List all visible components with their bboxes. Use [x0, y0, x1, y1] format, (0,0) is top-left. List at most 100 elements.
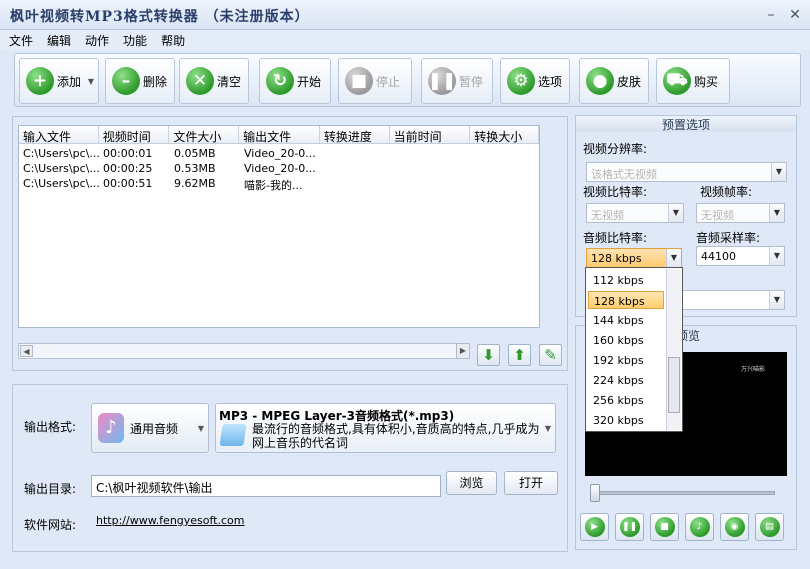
apple-icon: ●: [586, 67, 614, 95]
output-format-label: 输出格式:: [24, 420, 77, 434]
format-category-button[interactable]: ♪ 通用音频 ▼: [91, 403, 209, 453]
move-down-button[interactable]: ⬇: [477, 344, 500, 366]
dropdown-option[interactable]: 224 kbps: [588, 371, 664, 389]
output-dir-label: 输出目录:: [24, 482, 77, 496]
close-icon[interactable]: ✕: [786, 6, 804, 24]
chevron-down-icon: ▼: [769, 247, 784, 265]
audio-bitrate-label: 音频比特率:: [583, 231, 648, 245]
camera-icon: ◉: [724, 517, 745, 537]
chevron-down-icon: ▼: [769, 291, 784, 309]
minus-icon: –: [112, 67, 140, 95]
file-list-panel: 输入文件 视频时间 文件大小 输出文件 转换进度 当前时间 转换大小 C:\Us…: [12, 116, 568, 371]
pause-button[interactable]: ❚❚: [615, 513, 644, 541]
stop-button[interactable]: ■: [650, 513, 679, 541]
menu-help[interactable]: 帮助: [152, 30, 190, 49]
slider-thumb[interactable]: [590, 484, 600, 502]
volume-button[interactable]: ♪: [685, 513, 714, 541]
pause-icon: ❚❚: [619, 517, 640, 537]
col-current-time[interactable]: 当前时间: [390, 126, 471, 143]
col-convert-size[interactable]: 转换大小: [470, 126, 539, 143]
horizontal-scrollbar[interactable]: ◀: [18, 343, 470, 359]
minimize-icon[interactable]: –: [762, 6, 780, 24]
stop-button[interactable]: ■ 停止: [338, 58, 412, 104]
menu-action[interactable]: 动作: [76, 30, 114, 49]
folder-icon: [219, 424, 247, 446]
dropdown-option[interactable]: 192 kbps: [588, 351, 664, 369]
col-output-file[interactable]: 输出文件: [239, 126, 320, 143]
col-input-file[interactable]: 输入文件: [19, 126, 99, 143]
dropdown-option[interactable]: 144 kbps: [588, 311, 664, 329]
format-selector[interactable]: MP3 - MPEG Layer-3音频格式(*.mp3) 最流行的音频格式,具…: [215, 403, 556, 453]
video-res-select[interactable]: 该格式无视频 ▼: [586, 162, 787, 182]
snapshot-button[interactable]: ◉: [720, 513, 749, 541]
play-icon: ▶: [584, 517, 605, 537]
video-res-label: 视频分辨率:: [583, 142, 648, 156]
file-list[interactable]: 输入文件 视频时间 文件大小 输出文件 转换进度 当前时间 转换大小 C:\Us…: [18, 125, 540, 328]
options-icon: ⚙: [507, 67, 535, 95]
col-file-size[interactable]: 文件大小: [169, 126, 240, 143]
chevron-down-icon: ▼: [197, 424, 204, 433]
video-bitrate-label: 视频比特率:: [583, 185, 648, 199]
cart-icon: ⛟: [663, 67, 691, 95]
video-bitrate-select[interactable]: 无视频 ▼: [586, 203, 684, 223]
chevron-down-icon[interactable]: ▼: [88, 77, 94, 86]
folder-icon: ▤: [759, 517, 780, 537]
volume-icon: ♪: [689, 517, 710, 537]
dropdown-option[interactable]: 256 kbps: [588, 391, 664, 409]
table-row[interactable]: C:\Users\pc\... 00:00:51 9.62MB 喵影-我的...: [19, 176, 539, 191]
scroll-left-icon[interactable]: ◀: [20, 345, 33, 357]
audio-bitrate-dropdown[interactable]: 112 kbps 128 kbps 144 kbps 160 kbps 192 …: [585, 267, 683, 432]
website-label: 软件网站:: [24, 518, 77, 532]
plus-icon: +: [26, 67, 54, 95]
dropdown-scrollbar[interactable]: [666, 269, 681, 430]
arrow-up-icon: ⬆: [513, 346, 526, 364]
title-bar: 枫叶视频转MP3格式转换器 （未注册版本） – ✕: [0, 0, 810, 30]
clear-button[interactable]: ✕ 清空: [179, 58, 249, 104]
add-button[interactable]: + 添加 ▼: [19, 58, 99, 104]
edit-button[interactable]: ✎: [539, 344, 562, 366]
format-description: 最流行的音频格式,具有体积小,音质高的特点,几乎成为网上音乐的代名词: [252, 422, 540, 450]
browse-button[interactable]: 浏览: [446, 471, 497, 495]
open-button[interactable]: 打开: [504, 471, 558, 495]
menu-file[interactable]: 文件: [0, 30, 38, 49]
output-panel: 输出格式: ♪ 通用音频 ▼ MP3 - MPEG Layer-3音频格式(*.…: [12, 384, 568, 552]
skin-button[interactable]: ● 皮肤: [579, 58, 649, 104]
clear-icon: ✕: [186, 67, 214, 95]
table-row[interactable]: C:\Users\pc\... 00:00:01 0.05MB Video_20-0.…: [19, 146, 539, 161]
menu-edit[interactable]: 编辑: [38, 30, 76, 49]
output-dir-input[interactable]: C:\枫叶视频软件\输出: [91, 475, 441, 497]
scroll-thumb[interactable]: [668, 357, 680, 413]
video-fps-select[interactable]: 无视频 ▼: [696, 203, 785, 223]
move-up-button[interactable]: ⬆: [508, 344, 531, 366]
scroll-right-icon[interactable]: ▶: [456, 343, 470, 359]
options-button[interactable]: ⚙ 选项: [500, 58, 570, 104]
chevron-down-icon: ▼: [544, 424, 551, 433]
preview-slider[interactable]: [592, 491, 775, 495]
screen-logo: 万兴喵影: [741, 366, 766, 373]
audio-bitrate-select[interactable]: 128 kbps ▼: [586, 248, 682, 268]
dropdown-option[interactable]: 112 kbps: [588, 271, 664, 289]
col-video-time[interactable]: 视频时间: [99, 126, 170, 143]
play-button[interactable]: ▶: [580, 513, 609, 541]
dropdown-option-selected[interactable]: 128 kbps: [588, 291, 664, 309]
website-link[interactable]: http://www.fengyesoft.com: [96, 514, 245, 527]
table-row[interactable]: C:\Users\pc\... 00:00:25 0.53MB Video_20-0.…: [19, 161, 539, 176]
pause-icon: ❚❚: [428, 67, 456, 95]
menu-bar: 文件 编辑 动作 功能 帮助: [0, 30, 810, 50]
video-fps-label: 视频帧率:: [700, 185, 753, 199]
start-button[interactable]: ↻ 开始: [259, 58, 331, 104]
chevron-down-icon: ▼: [771, 163, 786, 181]
edit-icon: ✎: [544, 346, 557, 364]
buy-button[interactable]: ⛟ 购买: [656, 58, 730, 104]
audio-sample-label: 音频采样率:: [696, 231, 761, 245]
col-progress[interactable]: 转换进度: [320, 126, 390, 143]
folder-button[interactable]: ▤: [755, 513, 784, 541]
dropdown-option[interactable]: 160 kbps: [588, 331, 664, 349]
toolbar: + 添加 ▼ – 删除 ✕ 清空 ↻ 开始 ■ 停止 ❚❚ 暂停 ⚙ 选项 ● 皮肤 ⛟ 购买: [14, 53, 801, 107]
audio-sample-select[interactable]: 44100 ▼: [696, 246, 785, 266]
window-title: 枫叶视频转MP3格式转换器 （未注册版本）: [10, 9, 310, 25]
pause-button[interactable]: ❚❚ 暂停: [421, 58, 493, 104]
delete-button[interactable]: – 删除: [105, 58, 175, 104]
dropdown-option[interactable]: 320 kbps: [588, 411, 664, 429]
menu-function[interactable]: 功能: [114, 30, 152, 49]
